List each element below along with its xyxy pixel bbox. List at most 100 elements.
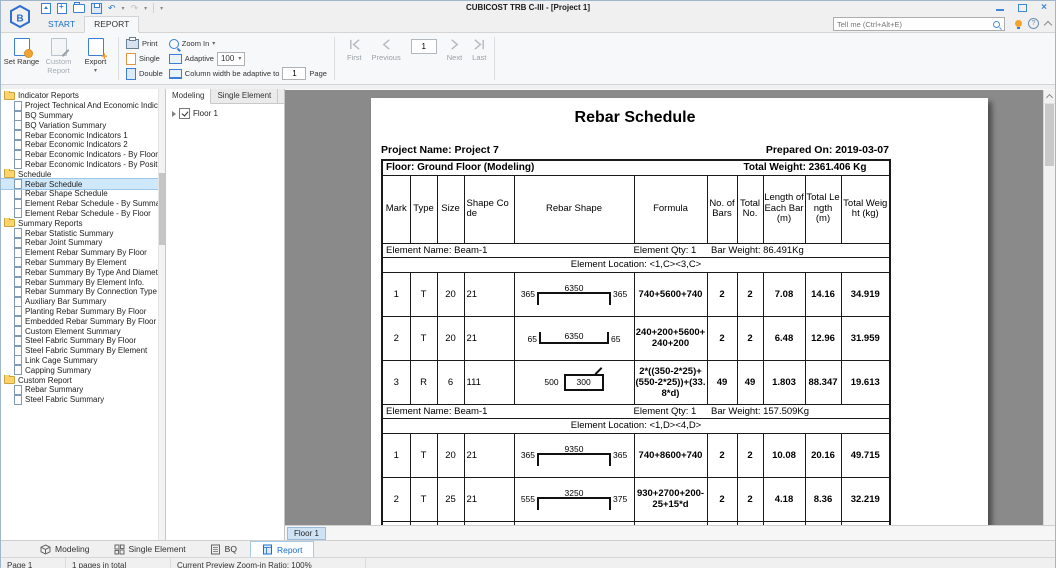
close-icon[interactable]: × (1041, 3, 1047, 13)
total-weight-cell: 19.613 (841, 360, 890, 404)
zoom-dropdown-icon[interactable]: ▾ (212, 40, 215, 47)
rebar-schedule-table: Floor: Ground Floor (Modeling)Total Weig… (381, 159, 891, 525)
ribbon-separator (118, 37, 119, 80)
previous-page-button[interactable]: Previous (372, 38, 401, 83)
tree-item-auxiliary-bar-summary[interactable]: Auxiliary Bar Summary (1, 297, 158, 307)
print-button[interactable]: Print (126, 37, 163, 50)
rebar-shape-cell: 500300 (514, 360, 634, 404)
tree-group-summary-reports[interactable]: Summary Reports (1, 218, 158, 228)
tree-item-rebar-summary-by-type-and-diameter[interactable]: Rebar Summary By Type And Diameter (1, 267, 158, 277)
set-range-label: Set Range (4, 58, 39, 67)
element-qty: Element Qty: 1 (634, 406, 712, 417)
zoom-ratio-select[interactable]: 100 ▾ (217, 52, 245, 66)
tree-item-element-rebar-schedule-by-summary-info[interactable]: Element Rebar Schedule - By Summary Info (1, 199, 158, 209)
page-number-input[interactable] (411, 39, 437, 54)
tree-item-rebar-economic-indicators-1[interactable]: Rebar Economic Indicators 1 (1, 130, 158, 140)
tree-group-indicator-reports[interactable]: Indicator Reports (1, 91, 158, 101)
page-tab-floor1[interactable]: Floor 1 (287, 527, 326, 540)
tab-modeling[interactable]: Modeling (166, 89, 211, 104)
column-width-icon (169, 69, 182, 79)
document-icon (14, 385, 22, 395)
tree-item-bq-summary[interactable]: BQ Summary (1, 111, 158, 121)
view-tab-report[interactable]: Report (250, 541, 315, 557)
tree-item-rebar-statistic-summary[interactable]: Rebar Statistic Summary (1, 228, 158, 238)
set-range-button[interactable]: Set Range (3, 34, 40, 83)
first-page-button[interactable]: First (347, 38, 362, 83)
length-each-cell: 7.08 (763, 272, 805, 316)
tree-item-rebar-economic-indicators-by-position[interactable]: Rebar Economic Indicators - By Position (1, 160, 158, 170)
shape-code-cell: 111 (464, 360, 514, 404)
minimize-icon[interactable] (996, 9, 1004, 11)
view-tab-single-element[interactable]: Single Element (103, 541, 197, 557)
custom-report-button[interactable]: Custom Report (40, 34, 77, 83)
double-page-button[interactable]: Double (126, 67, 163, 80)
last-page-button[interactable]: Last (472, 38, 486, 83)
tab-single-element[interactable]: Single Element (211, 89, 278, 103)
export-button[interactable]: Export ▾ (77, 34, 114, 83)
floor-checkbox[interactable] (179, 108, 190, 119)
floor-tree-item[interactable]: Floor 1 (166, 104, 284, 119)
tree-item-rebar-summary-by-connection-type[interactable]: Rebar Summary By Connection Type (1, 287, 158, 297)
tab-report[interactable]: REPORT (84, 16, 139, 33)
tree-item-embedded-rebar-summary-by-floor[interactable]: Embedded Rebar Summary By Floor (1, 316, 158, 326)
expander-icon[interactable] (172, 111, 176, 117)
tree-item-rebar-joint-summary[interactable]: Rebar Joint Summary (1, 238, 158, 248)
feedback-lamp-icon[interactable] (1015, 20, 1022, 27)
sidebar-scrollbar[interactable] (158, 89, 165, 540)
report-page: Rebar Schedule Project Name: Project 7 P… (371, 98, 988, 525)
help-icon[interactable]: ? (1028, 18, 1039, 29)
zoom-in-button[interactable]: Zoom In ▾ (169, 37, 327, 50)
tree-item-capping-summary[interactable]: Capping Summary (1, 365, 158, 375)
shape-dim-label: 365 (613, 451, 627, 460)
total-length-cell: 88.347 (805, 360, 841, 404)
preview-viewport[interactable]: Rebar Schedule Project Name: Project 7 P… (285, 89, 1055, 525)
report-document-icon (262, 544, 273, 555)
element-section-cell: Element Name: Beam-1Element Qty: 1Bar We… (382, 404, 890, 418)
rebar-shape-cell: 3656350365 (514, 272, 634, 316)
tree-item-rebar-economic-indicators-by-floor[interactable]: Rebar Economic Indicators - By Floor (1, 150, 158, 160)
sidebar-scrollbar-thumb[interactable] (159, 173, 165, 245)
tree-item-rebar-shape-schedule[interactable]: Rebar Shape Schedule (1, 189, 158, 199)
scroll-up-button[interactable] (1044, 90, 1055, 104)
tab-start[interactable]: START (39, 17, 84, 32)
preview-scrollbar-thumb[interactable] (1045, 104, 1054, 166)
tree-item-rebar-summary-by-element-info[interactable]: Rebar Summary By Element Info. (1, 277, 158, 287)
tree-item-steel-fabric-summary-by-floor[interactable]: Steel Fabric Summary By Floor (1, 336, 158, 346)
tree-item-element-rebar-summary-by-floor[interactable]: Element Rebar Summary By Floor (1, 248, 158, 258)
view-tab-modeling[interactable]: Modeling (29, 541, 101, 557)
view-tab-bq[interactable]: BQ (199, 541, 248, 557)
tree-group-schedule[interactable]: Schedule (1, 169, 158, 179)
tree-item-label: Rebar Summary (25, 385, 83, 394)
column-width-label[interactable]: Column width be adaptive to (185, 69, 280, 78)
shape-code-cell: 21 (464, 477, 514, 521)
single-page-button[interactable]: Single (126, 52, 163, 65)
tree-item-link-cage-summary[interactable]: Link Cage Summary (1, 356, 158, 366)
total-length-cell: 14.16 (805, 272, 841, 316)
tree-item-steel-fabric-summary[interactable]: Steel Fabric Summary (1, 395, 158, 405)
tree-item-steel-fabric-summary-by-element[interactable]: Steel Fabric Summary By Element (1, 346, 158, 356)
tree-item-rebar-summary[interactable]: Rebar Summary (1, 385, 158, 395)
tree-item-custom-element-summary[interactable]: Custom Element Summary (1, 326, 158, 336)
restore-icon[interactable] (1018, 4, 1027, 12)
tree-item-bq-variation-summary[interactable]: BQ Variation Summary (1, 120, 158, 130)
tree-item-project-technical-and-economic-indicators[interactable]: Project Technical And Economic Indicator… (1, 101, 158, 111)
tree-item-element-rebar-schedule-by-floor[interactable]: Element Rebar Schedule - By Floor (1, 209, 158, 219)
formula-cell: 2*((350-2*25)+(550-2*25))+(33.8*d) (634, 360, 707, 404)
collapse-ribbon-icon[interactable] (1044, 21, 1052, 29)
tree-item-planting-rebar-summary-by-floor[interactable]: Planting Rebar Summary By Floor (1, 307, 158, 317)
search-icon[interactable] (993, 21, 1000, 28)
adaptive-label[interactable]: Adaptive (185, 54, 214, 63)
document-plus-icon (88, 38, 104, 56)
column-width-row: Column width be adaptive to Page (169, 67, 327, 80)
tree-item-rebar-summary-by-element[interactable]: Rebar Summary By Element (1, 258, 158, 268)
tree-group-custom-report[interactable]: Custom Report (1, 375, 158, 385)
element-section-row: Element Name: Beam-1Element Qty: 1Bar We… (382, 404, 890, 418)
next-page-button[interactable]: Next (447, 38, 462, 83)
tree-item-rebar-schedule[interactable]: Rebar Schedule (1, 179, 158, 189)
column-width-input[interactable] (282, 67, 306, 80)
search-input[interactable] (834, 19, 993, 29)
tree-item-rebar-economic-indicators-2[interactable]: Rebar Economic Indicators 2 (1, 140, 158, 150)
app-logo-icon[interactable]: B (4, 3, 35, 30)
preview-scrollbar[interactable] (1043, 90, 1055, 525)
export-dropdown-icon[interactable]: ▾ (94, 69, 97, 74)
